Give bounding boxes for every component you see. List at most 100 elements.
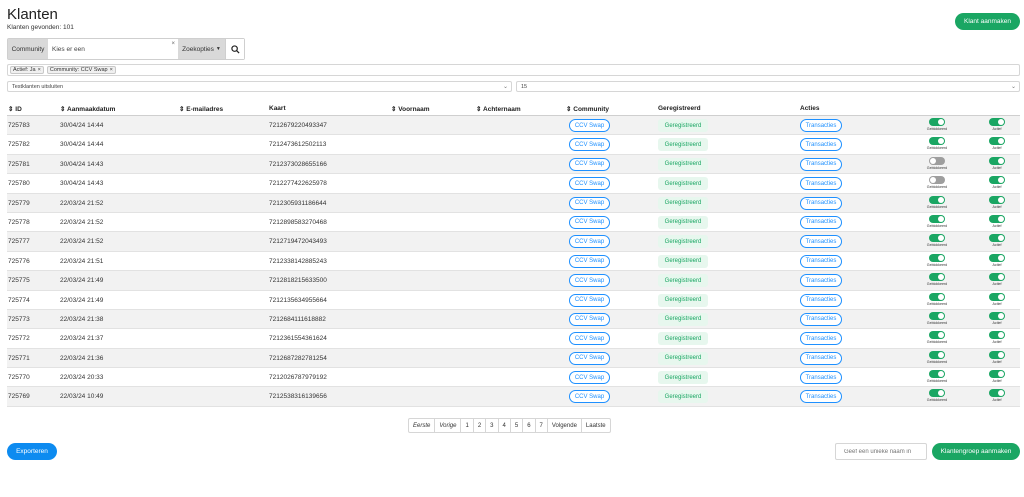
toggle-switch[interactable] [929, 176, 945, 185]
page-4[interactable]: 4 [499, 419, 511, 432]
active-toggle[interactable]: Actief [979, 389, 1015, 402]
community-badge[interactable]: CCV Swap [569, 196, 610, 210]
page-first[interactable]: Eerste [409, 419, 436, 432]
transactions-button[interactable]: Transacties [800, 235, 842, 249]
toggle-switch[interactable] [989, 234, 1005, 243]
transactions-button[interactable]: Transacties [800, 138, 842, 152]
toggle-switch[interactable] [929, 195, 945, 204]
page-6[interactable]: 6 [523, 419, 536, 432]
toggle-switch[interactable] [929, 137, 945, 146]
toggle-switch[interactable] [989, 311, 1005, 320]
community-badge[interactable]: CCV Swap [569, 351, 610, 365]
transactions-button[interactable]: Transacties [800, 157, 842, 171]
transactions-button[interactable]: Transacties [800, 312, 842, 326]
blocked-toggle[interactable]: Geblokkeerd [919, 273, 955, 286]
transactions-button[interactable]: Transacties [800, 390, 842, 404]
toggle-switch[interactable] [989, 331, 1005, 340]
remove-filter-icon[interactable]: × [38, 67, 41, 73]
community-badge[interactable]: CCV Swap [569, 138, 610, 152]
active-toggle[interactable]: Actief [979, 214, 1015, 228]
toggle-switch[interactable] [989, 370, 1005, 379]
test-customers-select[interactable]: Testklanten uitsluiten ⌄ [7, 81, 512, 92]
toggle-switch[interactable] [989, 137, 1005, 146]
toggle-switch[interactable] [929, 156, 945, 165]
toggle-switch[interactable] [929, 273, 945, 282]
toggle-switch[interactable] [929, 311, 945, 320]
group-name-input[interactable] [835, 443, 927, 460]
toggle-switch[interactable] [929, 214, 945, 223]
community-badge[interactable]: CCV Swap [569, 390, 610, 404]
header-lastname[interactable]: ⇕ Achternaam [476, 105, 521, 113]
transactions-button[interactable]: Transacties [800, 274, 842, 288]
toggle-switch[interactable] [929, 370, 945, 379]
community-select[interactable]: Kies er een × [48, 39, 178, 59]
community-badge[interactable]: CCV Swap [569, 157, 610, 171]
transactions-button[interactable]: Transacties [800, 332, 842, 346]
blocked-toggle[interactable]: Geblokkeerd [919, 234, 955, 247]
blocked-toggle[interactable]: Geblokkeerd [919, 370, 955, 383]
blocked-toggle[interactable]: Geblokkeerd [919, 292, 955, 306]
toggle-switch[interactable] [989, 292, 1005, 301]
blocked-toggle[interactable]: Geblokkeerd [919, 331, 955, 344]
blocked-toggle[interactable]: Geblokkeerd [919, 311, 955, 325]
community-badge[interactable]: CCV Swap [569, 254, 610, 268]
create-customer-button[interactable]: Klant aanmaken [955, 13, 1020, 30]
remove-filter-icon[interactable]: × [110, 67, 113, 73]
community-badge[interactable]: CCV Swap [569, 177, 610, 191]
toggle-switch[interactable] [929, 253, 945, 262]
active-toggle[interactable]: Actief [979, 370, 1015, 383]
active-toggle[interactable]: Actief [979, 350, 1015, 364]
community-badge[interactable]: CCV Swap [569, 293, 610, 307]
transactions-button[interactable]: Transacties [800, 196, 842, 210]
toggle-switch[interactable] [929, 292, 945, 301]
active-toggle[interactable]: Actief [979, 195, 1015, 209]
export-button[interactable]: Exporteren [7, 443, 57, 460]
search-options-dropdown[interactable]: Zoekopties ▼ [178, 39, 225, 59]
create-group-button[interactable]: Klantengroep aanmaken [932, 443, 1020, 460]
page-size-select[interactable]: 15 ⌄ [516, 81, 1020, 92]
page-prev[interactable]: Vorige [435, 419, 462, 432]
toggle-switch[interactable] [989, 176, 1005, 185]
toggle-switch[interactable] [989, 253, 1005, 262]
active-toggle[interactable]: Actief [979, 176, 1015, 189]
toggle-switch[interactable] [989, 156, 1005, 165]
blocked-toggle[interactable]: Geblokkeerd [919, 253, 955, 267]
active-toggle[interactable]: Actief [979, 311, 1015, 325]
page-5[interactable]: 5 [511, 419, 524, 432]
toggle-switch[interactable] [929, 350, 945, 359]
page-next[interactable]: Volgende [548, 419, 582, 432]
toggle-switch[interactable] [929, 331, 945, 340]
transactions-button[interactable]: Transacties [800, 371, 842, 385]
active-toggle[interactable]: Actief [979, 156, 1015, 170]
toggle-switch[interactable] [929, 234, 945, 243]
toggle-switch[interactable] [989, 350, 1005, 359]
active-toggle[interactable]: Actief [979, 273, 1015, 286]
blocked-toggle[interactable]: Geblokkeerd [919, 350, 955, 364]
header-email[interactable]: ⇕ E-mailadres [179, 105, 223, 113]
blocked-toggle[interactable]: Geblokkeerd [919, 156, 955, 170]
page-last[interactable]: Laatste [582, 419, 610, 432]
clear-icon[interactable]: × [171, 41, 175, 47]
community-badge[interactable]: CCV Swap [569, 274, 610, 288]
blocked-toggle[interactable]: Geblokkeerd [919, 137, 955, 150]
header-created[interactable]: ⇕ Aanmaakdatum [60, 105, 115, 113]
toggle-switch[interactable] [929, 118, 945, 126]
toggle-switch[interactable] [989, 195, 1005, 204]
active-toggle[interactable]: Actief [979, 118, 1015, 131]
header-community[interactable]: ⇕ Community [566, 105, 609, 113]
header-firstname[interactable]: ⇕ Voornaam [391, 105, 430, 113]
active-toggle[interactable]: Actief [979, 292, 1015, 306]
page-2[interactable]: 2 [474, 419, 487, 432]
active-toggle[interactable]: Actief [979, 137, 1015, 150]
community-badge[interactable]: CCV Swap [569, 235, 610, 249]
transactions-button[interactable]: Transacties [800, 177, 842, 191]
page-7[interactable]: 7 [536, 419, 548, 432]
blocked-toggle[interactable]: Geblokkeerd [919, 118, 955, 131]
community-badge[interactable]: CCV Swap [569, 119, 610, 132]
transactions-button[interactable]: Transacties [800, 119, 842, 132]
transactions-button[interactable]: Transacties [800, 293, 842, 307]
toggle-switch[interactable] [929, 389, 945, 398]
active-toggle[interactable]: Actief [979, 331, 1015, 344]
toggle-switch[interactable] [989, 273, 1005, 282]
transactions-button[interactable]: Transacties [800, 215, 842, 229]
